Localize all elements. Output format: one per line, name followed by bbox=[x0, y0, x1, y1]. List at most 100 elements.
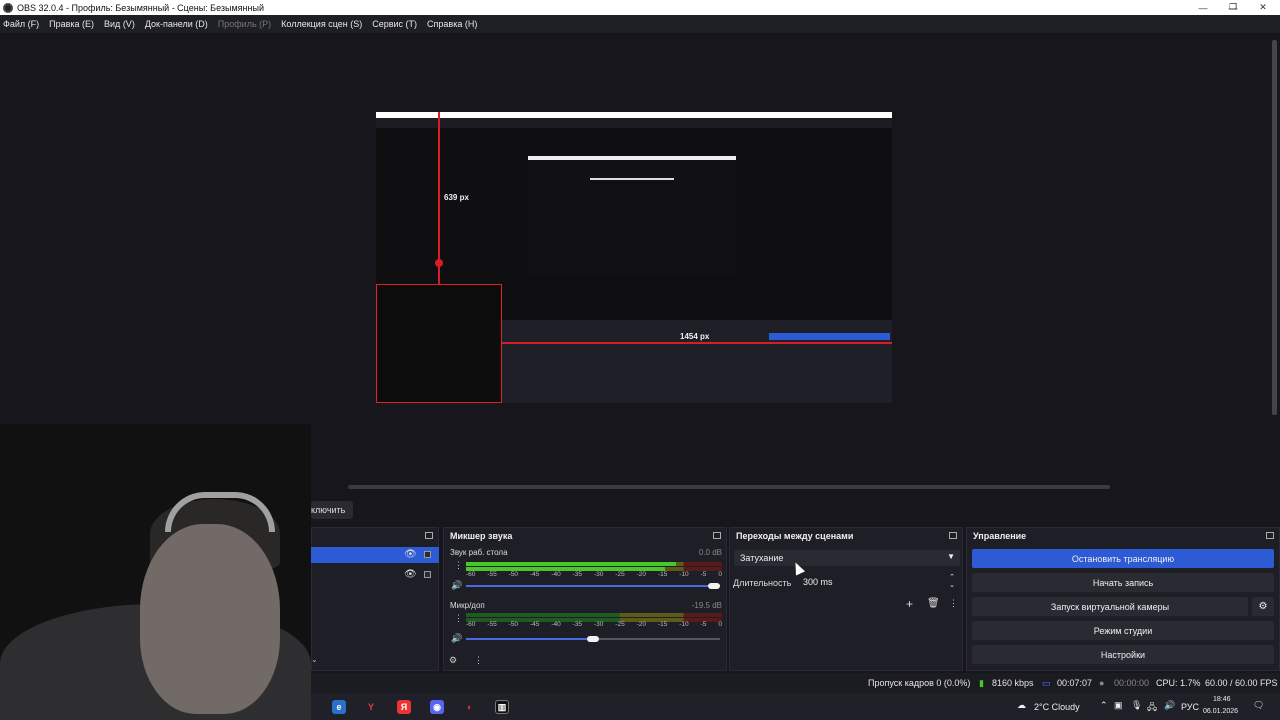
tray-app-icon[interactable]: ▣ bbox=[1114, 700, 1123, 711]
mixer-menu-icon[interactable]: ⋮ bbox=[454, 560, 463, 571]
width-guide-label: 1454 px bbox=[680, 332, 710, 341]
mixer-meter-ticks-2: -60 -55 -50 -45 -40 -35 -30 -25 -20 -15 -10 -5 0 bbox=[466, 621, 722, 628]
visibility-eye-icon[interactable]: 👁 bbox=[404, 549, 417, 560]
bitrate: 8160 kbps bbox=[992, 678, 1034, 688]
menu-help[interactable]: Справка (H) bbox=[427, 19, 477, 29]
record-time: 00:00:00 bbox=[1114, 678, 1150, 688]
weather-icon[interactable]: ☁ bbox=[1017, 700, 1026, 711]
maximize-button[interactable]: ❐ bbox=[1218, 0, 1248, 15]
preview-horizontal-scrollbar[interactable] bbox=[348, 485, 1110, 489]
meter-tick-label: -35 bbox=[572, 621, 583, 628]
meter-tick-label: -30 bbox=[593, 621, 604, 628]
minimize-button-2[interactable]: — bbox=[1188, 0, 1218, 15]
dropped-frames: Пропуск кадров 0 (0.0%) bbox=[868, 678, 971, 688]
dock-popout-icon[interactable] bbox=[949, 532, 957, 539]
lock-icon-2[interactable] bbox=[424, 571, 431, 578]
speaker-icon-2[interactable]: 🔊 bbox=[451, 633, 462, 644]
meter-tick-label: -5 bbox=[700, 621, 707, 628]
mixer-settings-gear-icon[interactable]: ⚙ bbox=[449, 655, 457, 666]
obs-taskbar-icon[interactable]: ◐ bbox=[463, 700, 477, 714]
weather-text[interactable]: 2°C Cloudy bbox=[1034, 702, 1080, 712]
dock-popout-icon[interactable] bbox=[425, 532, 433, 539]
height-guide-handle[interactable] bbox=[435, 259, 443, 267]
preview-webcam-source[interactable] bbox=[376, 284, 502, 403]
visibility-eye-icon-2[interactable]: 👁 bbox=[404, 569, 417, 580]
preview-nested-menubar bbox=[376, 118, 892, 128]
tray-chevron-up-icon[interactable]: ⌃ bbox=[1100, 700, 1108, 711]
menu-view[interactable]: Вид (V) bbox=[104, 19, 135, 29]
menu-edit[interactable]: Правка (E) bbox=[49, 19, 94, 29]
meter-tick-label: -10 bbox=[679, 621, 689, 628]
mixer-menu-icon-2[interactable]: ⋮ bbox=[454, 613, 463, 624]
lock-icon[interactable] bbox=[424, 551, 431, 558]
stream-time: 00:07:07 bbox=[1057, 678, 1093, 688]
transition-select[interactable]: Затухание ▼ bbox=[734, 550, 960, 566]
meter-tick-label: -60 bbox=[466, 621, 476, 628]
stop-preview-button[interactable]: ключить bbox=[311, 501, 353, 519]
menu-docks[interactable]: Док-панели (D) bbox=[145, 19, 208, 29]
menu-file[interactable]: Файл (F) bbox=[3, 19, 39, 29]
add-transition-icon[interactable]: + bbox=[906, 597, 913, 611]
height-guide-label: 639 px bbox=[444, 193, 469, 202]
dock-popout-icon[interactable] bbox=[1266, 532, 1274, 539]
spin-arrows-icon[interactable]: ⌃ ⌄ bbox=[949, 574, 955, 590]
meter-tick-label: -15 bbox=[657, 571, 668, 578]
start-recording-button[interactable]: Начать запись bbox=[972, 573, 1274, 592]
mixer-more-icon[interactable]: ⋮ bbox=[474, 655, 483, 666]
meter-tick-label: -50 bbox=[508, 621, 519, 628]
source-row-1[interactable] bbox=[311, 547, 439, 563]
mixer-channel-db-2: -19.5 dB bbox=[691, 601, 722, 610]
clock-time[interactable]: 18:46 bbox=[1213, 696, 1231, 703]
studio-mode-button[interactable]: Режим студии bbox=[972, 621, 1274, 640]
speaker-icon[interactable]: 🔊 bbox=[451, 580, 462, 591]
yandex-browser-icon[interactable]: Y bbox=[364, 700, 378, 714]
meter-tick-label: -25 bbox=[615, 621, 625, 628]
virtual-camera-settings-gear-icon[interactable]: ⚙ bbox=[1252, 597, 1274, 616]
stop-streaming-button[interactable]: Остановить трансляцию bbox=[972, 549, 1274, 568]
duration-spinbox[interactable]: 300 ms ⌃ ⌄ bbox=[797, 574, 960, 590]
discord-icon[interactable]: ◉ bbox=[430, 700, 444, 714]
sources-dock-header bbox=[312, 528, 438, 544]
meter-tick-label: -50 bbox=[508, 571, 519, 578]
notifications-icon[interactable]: 🗨 bbox=[1253, 700, 1264, 711]
input-language[interactable]: РУС bbox=[1181, 702, 1199, 712]
trash-icon[interactable]: 🗑 bbox=[927, 598, 940, 609]
preview-canvas[interactable] bbox=[376, 112, 892, 403]
webcam-headset bbox=[165, 492, 275, 532]
volume-slider-fill-2 bbox=[466, 638, 593, 640]
browser-app-icon[interactable]: e bbox=[332, 700, 346, 714]
start-virtual-camera-button[interactable]: Запуск виртуальной камеры bbox=[972, 597, 1248, 616]
preview-nested-stop-button bbox=[769, 333, 890, 340]
transition-more-icon[interactable]: ⋮ bbox=[949, 598, 958, 609]
source-row-2[interactable] bbox=[311, 567, 439, 583]
controls-title: Управление bbox=[973, 531, 1027, 541]
microphone-icon[interactable]: 🎙 bbox=[1131, 700, 1142, 711]
preview-vertical-scrollbar[interactable] bbox=[1272, 40, 1277, 415]
close-button[interactable]: ✕ bbox=[1248, 0, 1278, 15]
meter-tick-label: -20 bbox=[636, 621, 647, 628]
meter-tick-label: -55 bbox=[487, 571, 497, 578]
meter-tick-label: -45 bbox=[529, 621, 540, 628]
meter-tick-label: -5 bbox=[700, 571, 707, 578]
menu-scene-collection[interactable]: Коллекция сцен (S) bbox=[281, 19, 362, 29]
chevron-down-icon[interactable]: ⌄ bbox=[311, 655, 318, 664]
meter-tick-label: -60 bbox=[466, 571, 476, 578]
yandex-app-icon[interactable]: Я bbox=[397, 700, 411, 714]
settings-button[interactable]: Настройки bbox=[972, 645, 1274, 664]
meter-tick-label: -55 bbox=[487, 621, 497, 628]
network-icon[interactable]: 🖧 bbox=[1147, 700, 1157, 716]
volume-slider-knob[interactable] bbox=[708, 583, 720, 589]
window-titlebar: OBS 32.0.4 - Профиль: Безымянный - Сцены… bbox=[0, 0, 1280, 15]
volume-slider-knob-2[interactable] bbox=[587, 636, 599, 642]
menu-tools[interactable]: Сервис (T) bbox=[372, 19, 417, 29]
menu-bar: Файл (F) Правка (E) Вид (V) Док-панели (… bbox=[0, 15, 1280, 33]
mixer-channel-name: Звук раб. стола bbox=[450, 548, 508, 557]
volume-icon[interactable]: 🔊 bbox=[1164, 700, 1175, 711]
menu-profile[interactable]: Профиль (P) bbox=[218, 19, 271, 29]
clock-date[interactable]: 06.01.2026 bbox=[1203, 708, 1238, 715]
meter-tick-label: -45 bbox=[529, 571, 540, 578]
mixer-channel-db: 0.0 dB bbox=[698, 548, 722, 557]
dock-popout-icon[interactable] bbox=[713, 532, 721, 539]
width-guide-line bbox=[502, 342, 892, 344]
capcut-icon[interactable]: ▥ bbox=[495, 700, 509, 714]
